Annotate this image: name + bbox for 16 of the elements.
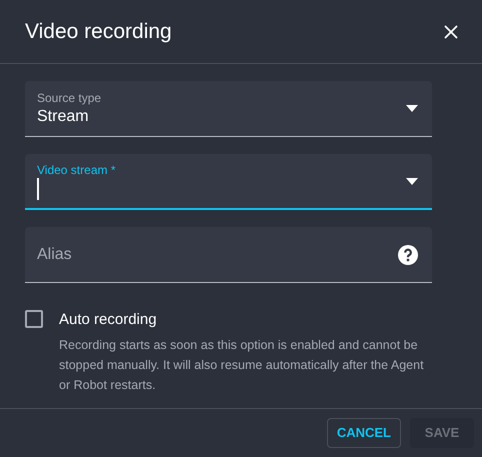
description-text: Recording starts as soon as this option is enabled and cannot be stopped manually. It will also resume automatically after the Agent or Robot restarts. — [59, 336, 425, 394]
dialog-title: Video recording — [25, 18, 172, 45]
checkbox-label: Auto recording — [59, 310, 158, 330]
select-field[interactable]: Source type Stream — [25, 81, 432, 137]
input-field[interactable]: Alias — [25, 227, 432, 283]
field-placeholder: Alias — [37, 244, 72, 264]
field-value: Stream — [37, 106, 89, 126]
field-label: Source type — [37, 90, 102, 106]
dropdown-caret-icon[interactable] — [406, 178, 418, 185]
dropdown-caret-icon[interactable] — [406, 105, 418, 112]
field-label: Video stream * — [37, 162, 116, 178]
text-cursor — [37, 178, 38, 200]
checkbox[interactable] — [25, 310, 43, 328]
select-field[interactable]: Video stream * — [25, 154, 432, 210]
cancel-button[interactable]: CANCEL — [326, 418, 401, 448]
help-icon[interactable] — [398, 245, 418, 265]
